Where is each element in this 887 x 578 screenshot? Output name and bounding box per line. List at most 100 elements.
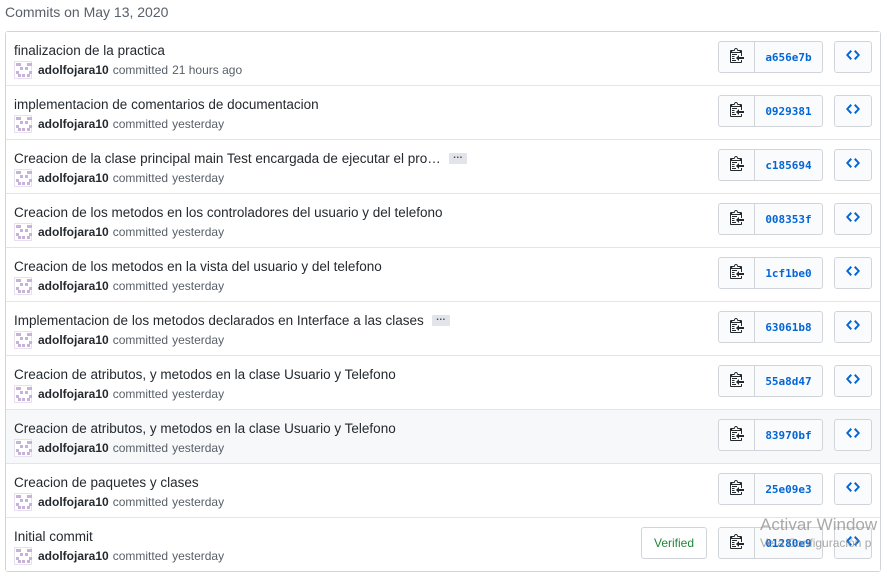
commit-message-link[interactable]: Creacion de los metodos en la vista del … [14,259,382,274]
copy-sha-button[interactable] [719,258,755,288]
commit-sha-link[interactable]: 25e09e3 [755,474,822,504]
verified-badge[interactable]: Verified [641,527,707,559]
commit-row: Creacion de atributos, y metodos en la c… [6,355,880,409]
avatar[interactable] [14,169,32,187]
commit-meta: adolfojara10 committed yesterday [14,169,224,187]
browse-repository-button[interactable] [834,527,872,559]
copy-sha-button[interactable] [719,312,755,342]
relative-time: yesterday [172,333,225,347]
commit-message-link[interactable]: Creacion de atributos, y metodos en la c… [14,367,396,382]
clippy-icon [729,209,744,230]
commit-title-line: Creacion de atributos, y metodos en la c… [14,365,396,383]
sha-button-group: 008353f [718,203,823,235]
code-icon [846,101,860,122]
commit-title-line: Initial commit [14,527,93,545]
relative-time: yesterday [172,549,225,563]
commit-title-line: Creacion de paquetes y clases [14,473,199,491]
copy-sha-button[interactable] [719,420,755,450]
copy-sha-button[interactable] [719,366,755,396]
avatar[interactable] [14,115,32,133]
sha-button-group: a656e7b [718,41,823,73]
commit-sha-link[interactable]: 1cf1be0 [755,258,822,288]
avatar[interactable] [14,331,32,349]
commit-title-line: Creacion de la clase principal main Test… [14,149,467,167]
avatar[interactable] [14,547,32,565]
commit-sha-link[interactable]: 63061b8 [755,312,822,342]
copy-sha-button[interactable] [719,204,755,234]
browse-repository-button[interactable] [834,257,872,289]
browse-repository-button[interactable] [834,311,872,343]
commit-sha-link[interactable]: a656e7b [755,42,822,72]
commit-title-line: finalizacion de la practica [14,41,165,59]
sha-button-group: 01280e9 [718,527,823,559]
commit-sha-link[interactable]: c185694 [755,150,822,180]
commit-action: committed [112,171,169,185]
copy-sha-button[interactable] [719,474,755,504]
commit-sha-link[interactable]: 01280e9 [755,528,822,558]
expand-message-button[interactable]: … [448,150,467,164]
browse-repository-button[interactable] [834,419,872,451]
copy-sha-button[interactable] [719,150,755,180]
commit-message-link[interactable]: Initial commit [14,529,93,544]
author-link[interactable]: adolfojara10 [38,549,109,563]
commit-list: finalizacion de la practica adolfojara10… [5,31,881,572]
sha-button-group: c185694 [718,149,823,181]
code-icon [846,425,860,446]
author-link[interactable]: adolfojara10 [38,387,109,401]
browse-repository-button[interactable] [834,365,872,397]
commit-meta: adolfojara10 committed yesterday [14,385,224,403]
commit-sha-link[interactable]: 55a8d47 [755,366,822,396]
avatar[interactable] [14,223,32,241]
author-link[interactable]: adolfojara10 [38,171,109,185]
copy-sha-button[interactable] [719,96,755,126]
avatar[interactable] [14,277,32,295]
commit-action: committed [112,225,169,239]
commit-meta: adolfojara10 committed yesterday [14,223,224,241]
browse-repository-button[interactable] [834,473,872,505]
commit-meta: adolfojara10 committed yesterday [14,493,224,511]
commit-message-link[interactable]: finalizacion de la practica [14,43,165,58]
avatar[interactable] [14,439,32,457]
expand-message-button[interactable]: … [431,312,450,326]
avatar[interactable] [14,61,32,79]
commit-sha-link[interactable]: 83970bf [755,420,822,450]
commit-row: Creacion de los metodos en los controlad… [6,193,880,247]
commit-title-line: Creacion de atributos, y metodos en la c… [14,419,396,437]
browse-repository-button[interactable] [834,149,872,181]
commit-action: committed [112,387,169,401]
author-link[interactable]: adolfojara10 [38,333,109,347]
browse-repository-button[interactable] [834,41,872,73]
commit-title-line: Implementacion de los metodos declarados… [14,311,450,329]
author-link[interactable]: adolfojara10 [38,63,109,77]
commit-message-link[interactable]: Implementacion de los metodos declarados… [14,313,424,328]
author-link[interactable]: adolfojara10 [38,117,109,131]
commit-row: Creacion de la clase principal main Test… [6,139,880,193]
code-icon [846,155,860,176]
clippy-icon [729,263,744,284]
commit-row: Creacion de atributos, y metodos en la c… [6,409,880,463]
author-link[interactable]: adolfojara10 [38,225,109,239]
clippy-icon [729,533,744,554]
browse-repository-button[interactable] [834,203,872,235]
clippy-icon [729,479,744,500]
clippy-icon [729,371,744,392]
commit-message-link[interactable]: Creacion de la clase principal main Test… [14,151,441,166]
avatar[interactable] [14,385,32,403]
clippy-icon [729,425,744,446]
copy-sha-button[interactable] [719,528,755,558]
commit-sha-link[interactable]: 0929381 [755,96,822,126]
commit-message-link[interactable]: Creacion de paquetes y clases [14,475,199,490]
copy-sha-button[interactable] [719,42,755,72]
author-link[interactable]: adolfojara10 [38,279,109,293]
browse-repository-button[interactable] [834,95,872,127]
commit-message-link[interactable]: Creacion de atributos, y metodos en la c… [14,421,396,436]
commit-sha-link[interactable]: 008353f [755,204,822,234]
commit-message-link[interactable]: implementacion de comentarios de documen… [14,97,319,112]
avatar[interactable] [14,493,32,511]
commit-meta: adolfojara10 committed 21 hours ago [14,61,242,79]
commit-message-link[interactable]: Creacion de los metodos en los controlad… [14,205,443,220]
author-link[interactable]: adolfojara10 [38,495,109,509]
code-icon [846,533,860,554]
relative-time: yesterday [172,441,225,455]
author-link[interactable]: adolfojara10 [38,441,109,455]
